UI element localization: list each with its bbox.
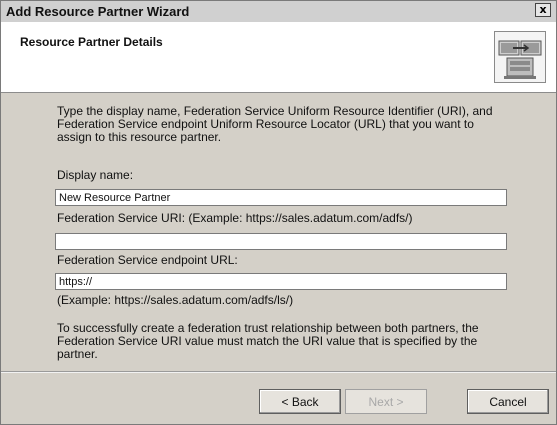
next-button[interactable]: Next > — [345, 389, 427, 414]
display-name-input[interactable] — [55, 189, 507, 206]
uri-match-note: To successfully create a federation trus… — [57, 321, 479, 361]
endpoint-url-example: (Example: https://sales.adatum.com/adfs/… — [57, 293, 294, 307]
back-button[interactable]: < Back — [259, 389, 341, 414]
endpoint-url-label: Federation Service endpoint URL: — [57, 253, 238, 267]
title-bar[interactable]: Add Resource Partner Wizard x — [1, 1, 556, 23]
display-name-label: Display name: — [57, 168, 134, 182]
window-title: Add Resource Partner Wizard — [6, 4, 190, 19]
wizard-content: Type the display name, Federation Servic… — [1, 93, 556, 370]
footer-divider — [1, 371, 556, 373]
wizard-window: Add Resource Partner Wizard x Resource P… — [0, 0, 557, 425]
cancel-button[interactable]: Cancel — [467, 389, 549, 414]
wizard-header: Resource Partner Details — [1, 22, 556, 93]
federation-uri-label: Federation Service URI: (Example: https:… — [57, 211, 413, 225]
intro-text: Type the display name, Federation Servic… — [57, 104, 493, 144]
close-icon: x — [539, 3, 547, 16]
page-title: Resource Partner Details — [20, 35, 163, 49]
endpoint-url-input[interactable] — [55, 273, 507, 290]
federation-uri-input[interactable] — [55, 233, 507, 250]
close-button[interactable]: x — [535, 3, 551, 17]
partner-computers-icon — [494, 31, 546, 83]
